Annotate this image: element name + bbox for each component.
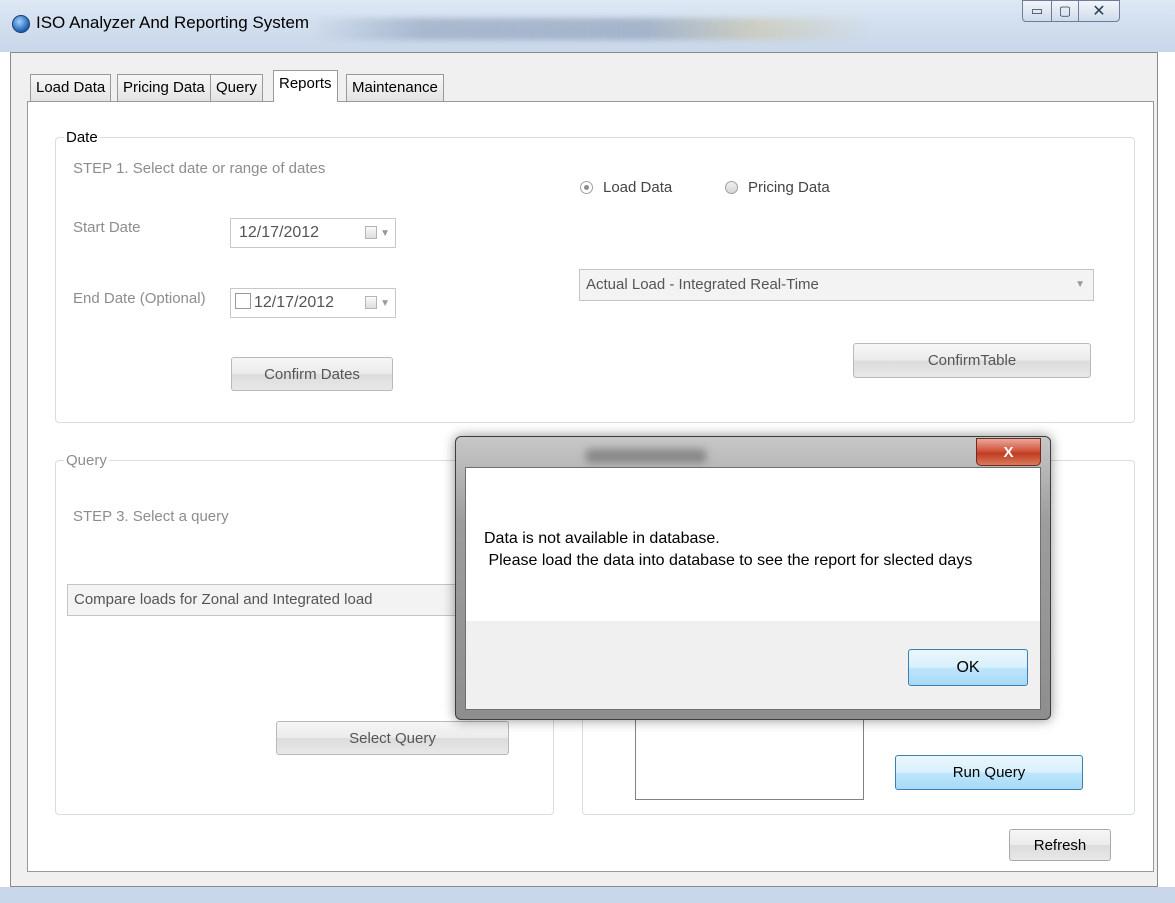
message-dialog: X Data is not available in database. Ple… — [455, 436, 1051, 720]
tab-query[interactable]: Query — [210, 74, 263, 101]
background-blur — [310, 18, 870, 40]
calendar-icon[interactable] — [365, 296, 377, 309]
end-date-checkbox[interactable] — [235, 293, 251, 309]
end-date-label: End Date (Optional) — [73, 290, 206, 307]
step3-label: STEP 3. Select a query — [73, 508, 229, 525]
dialog-message-line1: Data is not available in database. — [484, 530, 720, 547]
query-select-value: Compare loads for Zonal and Integrated l… — [74, 591, 373, 608]
start-date-label: Start Date — [73, 219, 141, 236]
dialog-message-area: Data is not available in database. Pleas… — [466, 468, 1040, 621]
maximize-icon: ▢ — [1058, 3, 1072, 18]
radio-selected-icon — [580, 181, 593, 194]
window-title: ISO Analyzer And Reporting System — [36, 13, 310, 32]
dialog-title-blurred — [586, 449, 706, 463]
tab-reports[interactable]: Reports — [273, 70, 338, 102]
end-date-value: 12/17/2012 — [254, 294, 335, 311]
close-icon: X — [1003, 443, 1014, 461]
step1-label: STEP 1. Select date or range of dates — [73, 160, 326, 177]
run-query-button[interactable]: Run Query — [895, 755, 1083, 790]
confirm-dates-button[interactable]: Confirm Dates — [231, 357, 393, 391]
select-query-button[interactable]: Select Query — [276, 721, 509, 755]
chevron-down-icon[interactable]: ▼ — [380, 290, 390, 318]
minimize-icon: ▭ — [1030, 3, 1044, 18]
query-group-legend: Query — [64, 452, 109, 469]
tab-pricing-data[interactable]: Pricing Data — [117, 74, 211, 101]
confirm-table-button[interactable]: ConfirmTable — [853, 343, 1091, 378]
tab-maintenance[interactable]: Maintenance — [346, 74, 444, 101]
chevron-down-icon[interactable]: ▼ — [380, 220, 390, 248]
table-select-dropdown[interactable]: Actual Load - Integrated Real-Time ▼ — [579, 269, 1094, 301]
table-select-value: Actual Load - Integrated Real-Time — [586, 276, 819, 293]
ok-button[interactable]: OK — [908, 649, 1028, 686]
pricing-data-radio-label: Pricing Data — [748, 179, 830, 196]
dialog-close-button[interactable]: X — [976, 438, 1041, 466]
app-globe-icon — [12, 15, 30, 33]
date-group-legend: Date — [64, 129, 100, 146]
close-icon: ✕ — [1092, 3, 1106, 20]
close-window-button[interactable]: ✕ — [1078, 0, 1120, 22]
tab-load-data[interactable]: Load Data — [30, 74, 112, 101]
start-date-picker[interactable]: 12/17/2012 ▼ — [230, 218, 396, 248]
window-border-bottom — [0, 887, 1175, 903]
pricing-data-radio[interactable]: Pricing Data — [725, 179, 830, 196]
calendar-icon[interactable] — [365, 226, 377, 239]
radio-unselected-icon — [725, 181, 738, 194]
start-date-value: 12/17/2012 — [239, 224, 320, 241]
dialog-message-line2: Please load the data into database to se… — [484, 552, 973, 569]
maximize-button[interactable]: ▢ — [1051, 0, 1079, 22]
minimize-button[interactable]: ▭ — [1022, 0, 1052, 22]
load-data-radio[interactable]: Load Data — [580, 179, 672, 196]
dialog-body: Data is not available in database. Pleas… — [465, 467, 1041, 710]
chevron-down-icon[interactable]: ▼ — [1075, 270, 1085, 300]
title-bar: ISO Analyzer And Reporting System ▭ ▢ ✕ — [0, 0, 1175, 52]
refresh-button[interactable]: Refresh — [1009, 829, 1111, 861]
end-date-picker[interactable]: 12/17/2012 ▼ — [230, 288, 396, 318]
load-data-radio-label: Load Data — [603, 179, 673, 196]
